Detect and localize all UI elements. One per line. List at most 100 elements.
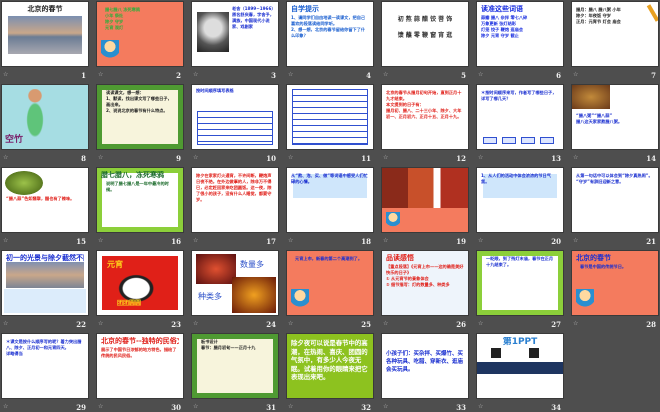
animation-star-icon[interactable]: ☆ (193, 72, 199, 78)
animation-star-icon[interactable]: ☆ (478, 404, 484, 410)
animation-star-icon[interactable]: ☆ (478, 72, 484, 78)
slide-thumbnail[interactable] (382, 168, 468, 232)
animation-star-icon[interactable]: ☆ (383, 404, 389, 410)
slide-number: 7 (651, 71, 656, 80)
animation-star-icon[interactable]: ☆ (98, 238, 104, 244)
slide-thumbnail[interactable]: 第1PPT (477, 334, 563, 398)
animation-star-icon[interactable]: ☆ (573, 238, 579, 244)
animation-star-icon[interactable]: ☆ (3, 404, 9, 410)
slide-text-line: 2、想一想，北京的春节留给你留下了什么印象？ (291, 27, 366, 38)
slide-thumbnail[interactable]: 读读课文，想一想： 1、默读，找出课文写了哪些日子，画出来。 2、说说北京的春节有什… (97, 85, 183, 149)
slide-body: 腊七腊八 冻死寒鸦 小年 祭灶 除夕 守岁 元宵 观灯 (105, 7, 179, 63)
slide-thumbnail[interactable]: 自学提示 1、请同学们自由地读一读课文，把自己喜欢的段落读给同学听。 2、想一想，北… (287, 2, 373, 66)
slide-thumbnail[interactable]: 元宵 团团圆圆 (97, 251, 183, 315)
slide-text-line: 除夕在家家灯火通宵，不许间断，鞭炮声日夜不绝。在外边做事的人，除非万不得已，必定… (196, 173, 272, 202)
slide-thumbnail[interactable] (287, 85, 373, 149)
animation-star-icon[interactable]: ☆ (193, 238, 199, 244)
animation-star-icon[interactable]: ☆ (573, 321, 579, 327)
animation-star-icon[interactable]: ☆ (98, 155, 104, 161)
animation-star-icon[interactable]: ☆ (193, 155, 199, 161)
slide-text-line: 说明了腊七腊八是一年中最冷的时候。 (106, 181, 169, 192)
animation-star-icon[interactable]: ☆ (288, 321, 294, 327)
slide-thumbnail[interactable]: 元宵上市，新春的第二个高潮到了。 (287, 251, 373, 315)
slide-thumbnail[interactable]: 老舍（1899~1966）原名舒庆春，字舍予，满族，中国现代小说家、戏剧家 (192, 2, 278, 66)
slide-thumbnail[interactable]: 小孩子们：买杂拌、买爆竹、买各种玩具、吃腊、穿新衣、逛庙会买玩具。 (382, 334, 468, 398)
slide-thumbnail[interactable]: 北京的春节 春节是中国的传统节日。 (572, 251, 658, 315)
slide-text-line: 北京的春节从腊月初旬开始，直到正月十九才结束。 (386, 90, 462, 101)
animation-star-icon[interactable]: ☆ (3, 238, 9, 244)
slide-thumbnail[interactable]: 一眨眼，到了残灯末庙，春节在正月十九结束了。 (477, 251, 563, 315)
slide-thumbnail[interactable]: 北京的春节从腊月初旬开始，直到正月十九才结束。 本文提到的日子有： 腊月初、腊八、二… (382, 85, 468, 149)
animation-star-icon[interactable]: ☆ (383, 238, 389, 244)
animation-star-icon[interactable]: ☆ (3, 321, 9, 327)
slide-body: 老舍（1899~1966）原名舒庆春，字舍予，满族，中国现代小说家、戏剧家 (232, 6, 274, 63)
animation-star-icon[interactable]: ☆ (3, 155, 9, 161)
slide-thumbnail[interactable]: 板书设计 春节：腊月初旬——正月十九 (192, 334, 278, 398)
slide-thumbnail[interactable]: ＊课文是按什么顺序写的呢？着力突出腊八、除夕、正月初一和元宵四天。 详略得当 (2, 334, 88, 398)
animation-star-icon[interactable]: ☆ (98, 72, 104, 78)
slide-thumbnail[interactable]: 空竹 (2, 85, 88, 149)
slide-thumbnail[interactable]: “腊八蒜”色如翡翠，醋也有了辣味。 (2, 168, 88, 232)
animation-star-icon[interactable]: ☆ (383, 321, 389, 327)
slide-thumbnail[interactable]: 腊七腊八 冻死寒鸦 小年 祭灶 除夕 守岁 元宵 观灯 (97, 2, 183, 66)
slide-body: 小孩子们：买杂拌、买爆竹、买各种玩具、吃腊、穿新衣、逛庙会买玩具。 (386, 350, 464, 395)
slide-thumbnail[interactable]: ＊按时间顺序来写，作者写了哪些日子，详写了哪几天？ (477, 85, 563, 149)
slide-thumbnail[interactable]: 数量多 种类多 (192, 251, 278, 315)
slide-text-line: 1、从人们的活动中体会浓浓的节日气氛。 (481, 173, 551, 184)
animation-star-icon[interactable]: ☆ (478, 321, 484, 327)
animation-star-icon[interactable]: ☆ (98, 404, 104, 410)
animation-star-icon[interactable]: ☆ (193, 404, 199, 410)
slide-number: 30 (171, 403, 181, 412)
slide-thumbnail[interactable]: “腊八粥”“腊八蒜” 腊八这天家家熬腊八粥。 (572, 85, 658, 149)
slide-thumbnail[interactable]: 除夕夜可以说是春节中的高潮，在热闹、喜庆、团圆的气氛中，有多少人今夜无眠。试着用… (287, 334, 373, 398)
slide-number: 4 (366, 71, 371, 80)
slide-thumbnail[interactable]: 按时间顺序填写表格 (192, 85, 278, 149)
photo-image (6, 262, 84, 288)
slide-thumbnail[interactable]: 腊七腊八，冻死寒鸦 说明了腊七腊八是一年中最冷的时候。 (97, 168, 183, 232)
slide-thumbnail[interactable]: 除夕在家家灯火通宵，不许间断，鞭炮声日夜不绝。在外边做事的人，除非万不得已，必定… (192, 168, 278, 232)
slide-text-line: ② 细节描写：灯的数量多、种类多 (386, 282, 450, 287)
animation-star-icon[interactable]: ☆ (3, 72, 9, 78)
slide-thumbnail[interactable]: 从“熬、泡、买、做”等词语中感受人们忙碌的心情。 (287, 168, 373, 232)
portrait-photo (197, 12, 229, 52)
slide-number: 31 (266, 403, 276, 412)
slide-thumbnail[interactable]: 北京的春节--独特的民俗文化展示了中国节日浓郁的地方特色，描绘了传统的民风民俗。 (97, 334, 183, 398)
animation-star-icon[interactable]: ☆ (193, 321, 199, 327)
animation-star-icon[interactable]: ☆ (288, 72, 294, 78)
animation-star-icon[interactable]: ☆ (288, 238, 294, 244)
animation-star-icon[interactable]: ☆ (383, 72, 389, 78)
slide-text-line: 腊八这天家家熬腊八粥。 (576, 119, 623, 124)
slide-text-line: 春节是中国的传统节日。 (580, 264, 627, 269)
slide-number: 32 (361, 403, 371, 412)
slide-title: 北京的春节 (27, 5, 63, 13)
slide-thumbnail[interactable]: 读准这些词语 蒜瓣 腊八 杂拌 零七八碎 万象更新 张灯结彩 灯笼 饺子 鞭炮 逛庙会… (477, 2, 563, 66)
slide-number: 23 (171, 320, 181, 329)
slide-number: 17 (266, 237, 276, 246)
slide-text-line: 腊月初、腊八、二十三小年、除夕、大年初一、正月初六、正月十五、正月十九。 (386, 108, 462, 119)
animation-star-icon[interactable]: ☆ (573, 155, 579, 161)
slide-number: 18 (361, 237, 371, 246)
slide-number: 3 (271, 71, 276, 80)
slide-thumbnail[interactable]: 腊月：腊八 腊八粥 小年 除夕：年夜饭 守岁 正月：元宵节 灯会 庙会 (572, 2, 658, 66)
slide-thumbnail[interactable]: 初一的光景与除夕截然不同 (2, 251, 88, 315)
slide-number: 12 (456, 154, 466, 163)
slide-thumbnail[interactable]: 北京的春节 (2, 2, 88, 66)
slide-thumbnail[interactable]: 从第一句话中可以体会到“除夕真热闹”。 “守岁”有辞旧迎新之意。 (572, 168, 658, 232)
animation-star-icon[interactable]: ☆ (478, 155, 484, 161)
slide-text-line: 正月：元宵节 灯会 庙会 (576, 19, 621, 24)
animation-star-icon[interactable]: ☆ (478, 238, 484, 244)
slide-body: “腊八蒜”色如翡翠，醋也有了辣味。 (6, 196, 84, 229)
slide-thumbnail[interactable]: 品读感悟 【重点段落】《元宵上市——这的确是美好快乐的日子》 ① 从元宵节的景象体会… (382, 251, 468, 315)
animation-star-icon[interactable]: ☆ (288, 155, 294, 161)
slide-thumbnail[interactable]: 初 熬 蒜 醋 饺 菩 饰馈 蘸 零 鞭 窗 宵 逛 (382, 2, 468, 66)
animation-star-icon[interactable]: ☆ (573, 72, 579, 78)
slide-text-line: 一眨眼，到了残灯末庙，春节在正月十九结束了。 (486, 256, 554, 267)
slide-body: 从第一句话中可以体会到“除夕真热闹”。 “守岁”有辞旧迎新之意。 (576, 173, 654, 229)
slide-body: 元宵上市，新春的第二个高潮到了。 (295, 256, 369, 312)
animation-star-icon[interactable]: ☆ (288, 404, 294, 410)
animation-star-icon[interactable]: ☆ (383, 155, 389, 161)
slide-thumbnail[interactable]: 1、从人们的活动中体会浓浓的节日气氛。 (477, 168, 563, 232)
slide-title: 读准这些词语 (481, 5, 523, 13)
animation-star-icon[interactable]: ☆ (98, 321, 104, 327)
slide-text-line: 除夕 元宵 守岁 截止 (481, 33, 519, 38)
